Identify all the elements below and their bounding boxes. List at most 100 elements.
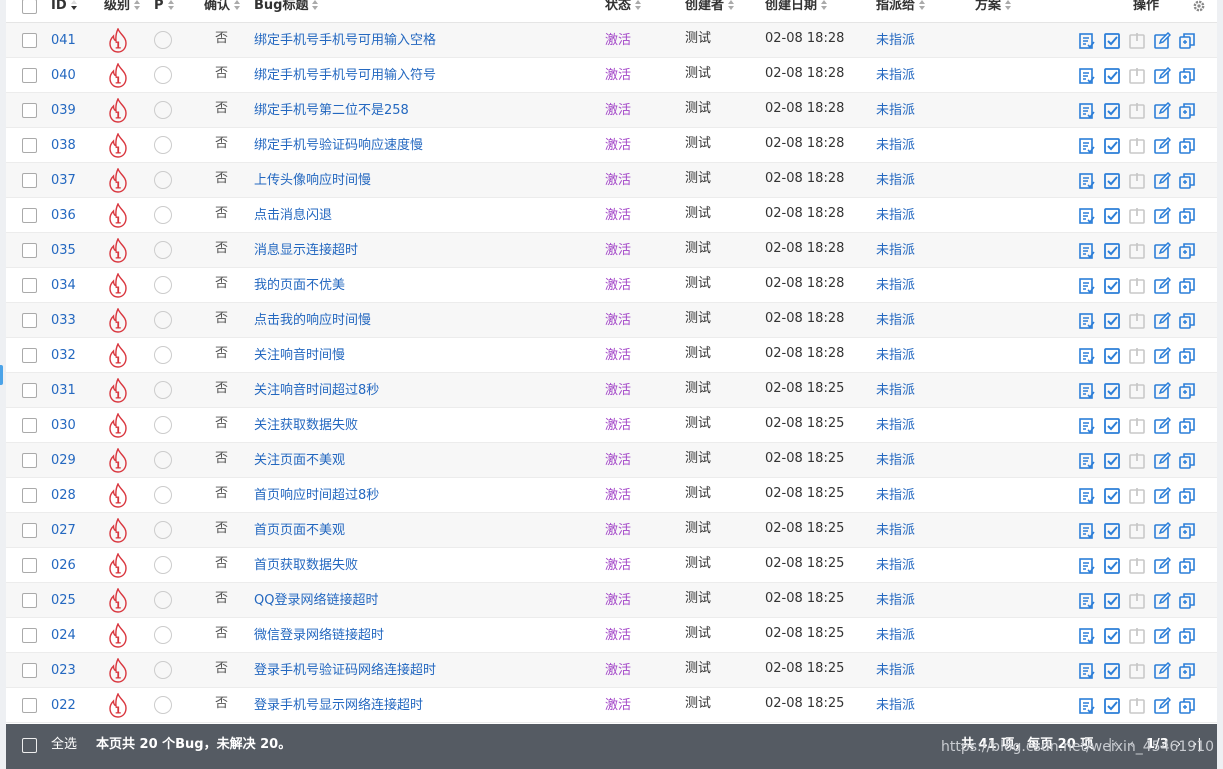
edit-bug-icon[interactable]	[1153, 417, 1171, 435]
sort-by-assigned-to[interactable]: 指派给	[876, 0, 926, 22]
sort-by-priority[interactable]: P	[154, 0, 174, 22]
bug-id-link[interactable]: 027	[51, 513, 76, 548]
copy-bug-icon[interactable]	[1178, 382, 1196, 400]
copy-bug-icon[interactable]	[1178, 172, 1196, 190]
bug-id-link[interactable]: 036	[51, 198, 76, 233]
edit-bug-icon[interactable]	[1153, 627, 1171, 645]
confirm-bug-icon[interactable]	[1078, 452, 1096, 470]
edit-bug-icon[interactable]	[1153, 102, 1171, 120]
row-checkbox[interactable]	[22, 33, 37, 48]
row-checkbox[interactable]	[22, 698, 37, 713]
edit-bug-icon[interactable]	[1153, 382, 1171, 400]
copy-bug-icon[interactable]	[1178, 417, 1196, 435]
bug-id-link[interactable]: 031	[51, 373, 76, 408]
assign-link[interactable]: 未指派	[876, 688, 915, 723]
bug-id-link[interactable]: 029	[51, 443, 76, 478]
assign-link[interactable]: 未指派	[876, 23, 915, 58]
row-checkbox[interactable]	[22, 208, 37, 223]
bug-title-link[interactable]: 登录手机号验证码网络连接超时	[254, 653, 436, 688]
assign-link[interactable]: 未指派	[876, 128, 915, 163]
copy-bug-icon[interactable]	[1178, 67, 1196, 85]
copy-bug-icon[interactable]	[1178, 452, 1196, 470]
assign-link[interactable]: 未指派	[876, 618, 915, 653]
bug-title-link[interactable]: 关注获取数据失败	[254, 408, 358, 443]
assign-link[interactable]: 未指派	[876, 443, 915, 478]
confirm-bug-icon[interactable]	[1078, 417, 1096, 435]
sort-by-created-date[interactable]: 创建日期	[765, 0, 828, 22]
row-checkbox[interactable]	[22, 68, 37, 83]
sort-by-status[interactable]: 状态	[605, 0, 642, 22]
resolve-bug-icon[interactable]	[1103, 207, 1121, 225]
copy-bug-icon[interactable]	[1178, 487, 1196, 505]
confirm-bug-icon[interactable]	[1078, 557, 1096, 575]
row-checkbox[interactable]	[22, 313, 37, 328]
assign-link[interactable]: 未指派	[876, 583, 915, 618]
edit-bug-icon[interactable]	[1153, 277, 1171, 295]
copy-bug-icon[interactable]	[1178, 312, 1196, 330]
edit-bug-icon[interactable]	[1153, 487, 1171, 505]
bug-id-link[interactable]: 025	[51, 583, 76, 618]
copy-bug-icon[interactable]	[1178, 662, 1196, 680]
select-all-label[interactable]: 全选	[51, 724, 77, 766]
copy-bug-icon[interactable]	[1178, 137, 1196, 155]
confirm-bug-icon[interactable]	[1078, 172, 1096, 190]
resolve-bug-icon[interactable]	[1103, 382, 1121, 400]
assign-link[interactable]: 未指派	[876, 268, 915, 303]
row-checkbox[interactable]	[22, 558, 37, 573]
edit-bug-icon[interactable]	[1153, 557, 1171, 575]
assign-link[interactable]: 未指派	[876, 478, 915, 513]
assign-link[interactable]: 未指派	[876, 548, 915, 583]
confirm-bug-icon[interactable]	[1078, 592, 1096, 610]
resolve-bug-icon[interactable]	[1103, 487, 1121, 505]
assign-link[interactable]: 未指派	[876, 653, 915, 688]
resolve-bug-icon[interactable]	[1103, 172, 1121, 190]
edit-bug-icon[interactable]	[1153, 137, 1171, 155]
row-checkbox[interactable]	[22, 278, 37, 293]
bug-id-link[interactable]: 040	[51, 58, 76, 93]
confirm-bug-icon[interactable]	[1078, 102, 1096, 120]
resolve-bug-icon[interactable]	[1103, 697, 1121, 715]
row-checkbox[interactable]	[22, 383, 37, 398]
copy-bug-icon[interactable]	[1178, 32, 1196, 50]
bug-id-link[interactable]: 041	[51, 23, 76, 58]
bug-title-link[interactable]: 关注页面不美观	[254, 443, 345, 478]
row-checkbox[interactable]	[22, 628, 37, 643]
assign-link[interactable]: 未指派	[876, 338, 915, 373]
bug-id-link[interactable]: 024	[51, 618, 76, 653]
sort-by-confirmed[interactable]: 确认	[204, 0, 241, 22]
bug-id-link[interactable]: 033	[51, 303, 76, 338]
resolve-bug-icon[interactable]	[1103, 242, 1121, 260]
sort-by-title[interactable]: Bug标题	[254, 0, 319, 22]
copy-bug-icon[interactable]	[1178, 207, 1196, 225]
copy-bug-icon[interactable]	[1178, 592, 1196, 610]
edit-bug-icon[interactable]	[1153, 592, 1171, 610]
sort-by-creator[interactable]: 创建者	[685, 0, 735, 22]
edit-bug-icon[interactable]	[1153, 522, 1171, 540]
bug-id-link[interactable]: 023	[51, 653, 76, 688]
copy-bug-icon[interactable]	[1178, 347, 1196, 365]
row-checkbox[interactable]	[22, 243, 37, 258]
confirm-bug-icon[interactable]	[1078, 347, 1096, 365]
bug-title-link[interactable]: 绑定手机号验证码响应速度慢	[254, 128, 423, 163]
edit-bug-icon[interactable]	[1153, 67, 1171, 85]
edit-bug-icon[interactable]	[1153, 207, 1171, 225]
confirm-bug-icon[interactable]	[1078, 522, 1096, 540]
row-checkbox[interactable]	[22, 663, 37, 678]
resolve-bug-icon[interactable]	[1103, 452, 1121, 470]
resolve-bug-icon[interactable]	[1103, 67, 1121, 85]
bug-title-link[interactable]: 点击我的响应时间慢	[254, 303, 371, 338]
bug-title-link[interactable]: 微信登录网络链接超时	[254, 618, 384, 653]
confirm-bug-icon[interactable]	[1078, 312, 1096, 330]
bug-title-link[interactable]: 首页响应时间超过8秒	[254, 478, 379, 513]
resolve-bug-icon[interactable]	[1103, 627, 1121, 645]
edit-bug-icon[interactable]	[1153, 347, 1171, 365]
confirm-bug-icon[interactable]	[1078, 662, 1096, 680]
bug-id-link[interactable]: 030	[51, 408, 76, 443]
confirm-bug-icon[interactable]	[1078, 697, 1096, 715]
confirm-bug-icon[interactable]	[1078, 207, 1096, 225]
resolve-bug-icon[interactable]	[1103, 32, 1121, 50]
assign-link[interactable]: 未指派	[876, 163, 915, 198]
copy-bug-icon[interactable]	[1178, 627, 1196, 645]
header-select-all-checkbox[interactable]	[22, 0, 37, 14]
copy-bug-icon[interactable]	[1178, 522, 1196, 540]
